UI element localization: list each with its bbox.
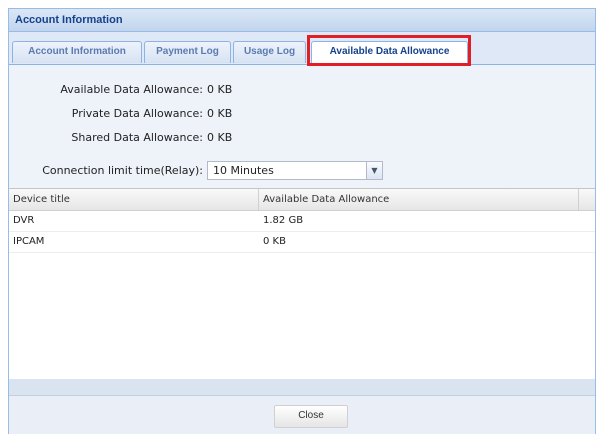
tab-usage-log[interactable]: Usage Log <box>233 41 306 63</box>
private-allowance-value: 0 KB <box>207 107 233 120</box>
available-allowance-value: 0 KB <box>207 83 233 96</box>
window-title: Account Information <box>9 9 595 32</box>
device-grid: Device title Available Data Allowance DV… <box>9 188 595 380</box>
chevron-down-icon[interactable]: ▼ <box>366 161 383 180</box>
allowance-cell: 0 KB <box>263 236 286 247</box>
tab-account-information[interactable]: Account Information <box>12 41 142 63</box>
device-title-cell: DVR <box>13 215 35 226</box>
table-row[interactable]: IPCAM 0 KB <box>9 232 595 253</box>
tab-strip: Account Information Payment Log Usage Lo… <box>9 32 595 64</box>
private-allowance-row: Private Data Allowance: <box>9 107 203 121</box>
shared-allowance-row: Shared Data Allowance: <box>9 131 203 145</box>
available-allowance-label: Available Data Allowance: <box>60 83 203 96</box>
tab-available-data-allowance[interactable]: Available Data Allowance <box>311 41 468 64</box>
tab-panel-body: Available Data Allowance: 0 KB Private D… <box>9 64 595 434</box>
connection-limit-select[interactable]: 10 Minutes ▼ <box>207 161 383 180</box>
connection-limit-label: Connection limit time(Relay): <box>42 164 203 177</box>
tab-payment-log[interactable]: Payment Log <box>144 41 231 63</box>
window-footer: Close <box>9 396 595 434</box>
device-title-cell: IPCAM <box>13 236 45 247</box>
account-information-window: Account Information Account Information … <box>8 8 596 434</box>
close-button[interactable]: Close <box>274 405 348 428</box>
grid-header: Device title Available Data Allowance <box>9 189 595 211</box>
private-allowance-label: Private Data Allowance: <box>71 107 203 120</box>
available-allowance-row: Available Data Allowance: <box>9 83 203 97</box>
column-header-device-title[interactable]: Device title <box>9 189 259 210</box>
allowance-cell: 1.82 GB <box>263 215 304 226</box>
shared-allowance-label: Shared Data Allowance: <box>71 131 203 144</box>
connection-limit-selected: 10 Minutes <box>213 164 274 177</box>
connection-limit-row: Connection limit time(Relay): <box>9 164 203 178</box>
shared-allowance-value: 0 KB <box>207 131 233 144</box>
table-row[interactable]: DVR 1.82 GB <box>9 211 595 232</box>
column-header-available-allowance[interactable]: Available Data Allowance <box>259 189 579 210</box>
grid-bottom-toolbar <box>9 379 595 396</box>
